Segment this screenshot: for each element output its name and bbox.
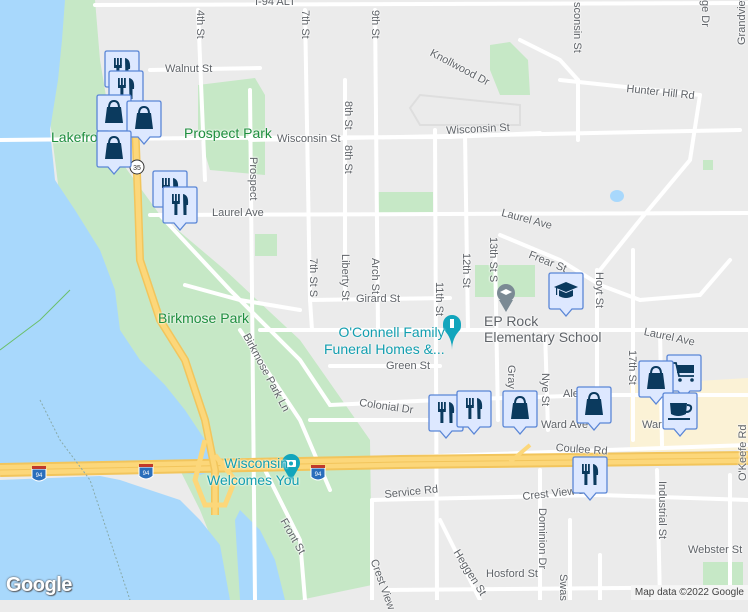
svg-text:35: 35 bbox=[133, 165, 141, 172]
street-label-green-st: Green St bbox=[386, 360, 431, 372]
street-label-17th-st: 17th St bbox=[626, 350, 638, 385]
street-label-13th-st-s: 13th St S bbox=[487, 237, 499, 283]
green-space bbox=[378, 192, 433, 214]
poi-label-line: Wisconsin bbox=[224, 455, 289, 471]
cafe-marker[interactable] bbox=[662, 392, 698, 438]
restaurant-marker[interactable] bbox=[456, 390, 492, 436]
street-label-swas: Swas bbox=[557, 574, 569, 601]
i94-shield: 94 bbox=[138, 464, 154, 480]
street-label-girard-st: Girard St bbox=[356, 293, 401, 305]
i94-shield: 94 bbox=[310, 465, 326, 481]
street-label-hoyt-st: Hoyt St bbox=[593, 272, 605, 309]
green-space bbox=[255, 234, 277, 256]
street-label-industrial-st: Industrial St bbox=[656, 481, 668, 540]
street-label-nye-st: Nye St bbox=[539, 373, 551, 407]
street-label-wisconsin-st: Wisconsin St bbox=[277, 133, 341, 145]
street-label-prospect: Prospect bbox=[247, 157, 259, 201]
street-label-7th-st-s: 7th St S bbox=[307, 258, 319, 298]
street-label-grandview: Grandview bbox=[736, 0, 748, 45]
shopping-marker[interactable] bbox=[576, 386, 612, 432]
poi-label-line: O'Connell Family bbox=[338, 324, 445, 340]
school-marker[interactable] bbox=[548, 272, 584, 318]
street-label-ward-ave: War bbox=[642, 419, 662, 431]
street-label-wisconsin-st-north: sconsin St bbox=[571, 2, 583, 53]
poi-label-line: Elementary School bbox=[484, 329, 602, 345]
street-label-11th-st: 11th St bbox=[433, 282, 445, 317]
street-label-walnut-st: Walnut St bbox=[165, 63, 213, 75]
street-label-12th-st: 12th St bbox=[460, 253, 472, 288]
street-label-4th-st: 4th St bbox=[194, 10, 206, 39]
green-space bbox=[703, 160, 713, 170]
i94-shield: 94 bbox=[31, 466, 47, 482]
poi-label-funeral-home[interactable]: O'Connell Family Funeral Homes &... bbox=[324, 324, 445, 358]
street-label-webster-st: Webster St bbox=[688, 544, 743, 556]
street-label-liberty-st: Liberty St bbox=[339, 254, 351, 301]
street-label-8th-st: 8th St bbox=[342, 101, 354, 130]
street-label-laurel-ave: Laurel Ave bbox=[212, 207, 264, 219]
shopping-marker[interactable] bbox=[96, 130, 132, 176]
park-label-birkmose-park[interactable]: Birkmose Park bbox=[158, 311, 249, 325]
poi-label-line: Welcomes You bbox=[207, 472, 300, 488]
street-label-i94-alt: I-94 ALT bbox=[255, 0, 296, 8]
restaurant-marker[interactable] bbox=[162, 186, 198, 232]
google-logo: Google bbox=[6, 574, 72, 596]
street-label-okeefe-rd: O'Keefe Rd bbox=[737, 424, 748, 481]
pond bbox=[610, 190, 624, 202]
route35-shield: 35 bbox=[129, 159, 145, 175]
street-label-8th-st: 8th St bbox=[342, 145, 354, 174]
svg-text:94: 94 bbox=[36, 473, 43, 479]
street-label-9th-st: 9th St bbox=[369, 10, 381, 39]
street-label-arch-st: Arch St bbox=[369, 258, 381, 295]
street-label-dominion-dr: Dominion Dr bbox=[536, 508, 548, 570]
svg-text:94: 94 bbox=[143, 471, 150, 477]
shopping-marker[interactable] bbox=[502, 390, 538, 436]
street-label-ridge-dr: ge Dr bbox=[699, 0, 711, 27]
poi-label-line: Funeral Homes &... bbox=[324, 341, 445, 357]
restaurant-marker[interactable] bbox=[572, 456, 608, 502]
street-label-7th-st: 7th St bbox=[299, 10, 311, 39]
park-label-lakefront[interactable]: Lakefro bbox=[51, 130, 98, 144]
map-canvas[interactable]: 94 94 94 35 I-94 ALT 4th St 7th St 9th S… bbox=[0, 0, 748, 612]
green-space bbox=[703, 562, 743, 587]
map-attribution[interactable]: Map data ©2022 Google bbox=[630, 585, 748, 600]
svg-text:94: 94 bbox=[315, 472, 322, 478]
poi-label-wisconsin-welcomes-you[interactable]: Wisconsin Welcomes You bbox=[207, 455, 299, 489]
park-label-prospect-park[interactable]: Prospect Park bbox=[184, 126, 272, 140]
street-label-hosford-st: Hosford St bbox=[486, 568, 538, 580]
